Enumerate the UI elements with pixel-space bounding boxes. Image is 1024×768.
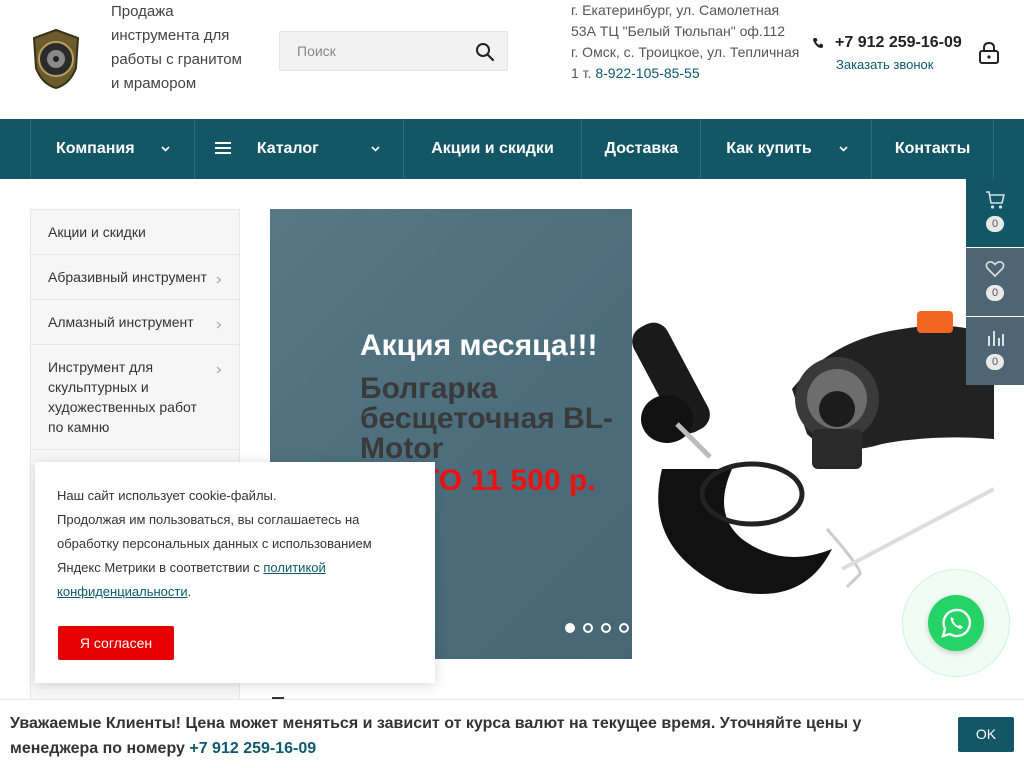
slider-dot-3[interactable] (601, 623, 611, 633)
cookie-text: Наш сайт использует cookie-файлы. Продол… (57, 484, 417, 604)
nav-company-label: Компания (56, 140, 135, 157)
sidebar-item-diamond[interactable]: Алмазный инструмент (31, 300, 239, 345)
favorites-button[interactable]: 0 (966, 248, 1024, 316)
cookie-dot: . (187, 584, 192, 599)
sidebar-item-label: Абразивный инструмент (48, 269, 207, 285)
callback-link[interactable]: Заказать звонок (836, 57, 933, 72)
price-notice-text: Уважаемые Клиенты! Цена может меняться и… (10, 711, 930, 761)
notice-ok-button[interactable]: OK (958, 717, 1014, 752)
whatsapp-button[interactable] (928, 595, 984, 651)
cookie-text-1: Наш сайт использует cookie-файлы. (57, 488, 277, 503)
chevron-down-icon (161, 146, 170, 152)
cart-count-badge: 0 (986, 216, 1004, 232)
nav-company[interactable]: Компания (31, 119, 195, 179)
slider-dots (565, 623, 629, 633)
account-lock-icon[interactable] (978, 41, 1000, 65)
banner-product: Болгарка бесщеточная BL-Motor (360, 372, 614, 465)
price-notice-bar: Уважаемые Клиенты! Цена может меняться и… (0, 699, 1024, 768)
sidebar-item-label: Алмазный инструмент (48, 314, 194, 330)
slider-dot-4[interactable] (619, 623, 629, 633)
nav-contacts-label: Контакты (894, 140, 971, 157)
site-tagline: Продажа инструмента для работы с гранито… (111, 3, 242, 92)
cookie-popup: Наш сайт использует cookie-файлы. Продол… (35, 462, 435, 683)
nav-delivery[interactable]: Доставка (582, 119, 702, 179)
heart-icon (985, 261, 1005, 278)
sidebar-item-label: Акции и скидки (48, 224, 146, 240)
price-notice-message: Уважаемые Клиенты! Цена может меняться и… (10, 715, 862, 757)
logo[interactable] (30, 28, 82, 90)
nav-delivery-label: Доставка (604, 140, 679, 157)
nav-how-to-buy-label: Как купить (726, 140, 812, 157)
chevron-right-icon (216, 321, 222, 329)
address-omsk: г. Омск, с. Троицкое, ул. Тепличная 1 т.… (571, 42, 801, 84)
compare-chart-icon (988, 331, 1004, 346)
chevron-right-icon (216, 366, 222, 374)
chevron-right-icon (216, 276, 222, 284)
header-phone[interactable]: +7 912 259-16-09 (835, 34, 962, 52)
favorites-count-badge: 0 (986, 285, 1004, 301)
chevron-down-icon (839, 146, 848, 152)
compare-count-badge: 0 (986, 354, 1004, 370)
nav-catalog[interactable]: Каталог (195, 119, 404, 179)
phone-icon (813, 38, 823, 48)
search-icon[interactable] (475, 42, 495, 62)
right-toolbar: 0 0 0 (966, 179, 1024, 386)
nav-how-to-buy[interactable]: Как купить (701, 119, 873, 179)
page: Продажа инструмента для работы с гранито… (0, 0, 1024, 768)
header: Продажа инструмента для работы с гранито… (0, 0, 1024, 119)
nav-promo-label: Акции и скидки (431, 140, 554, 157)
compare-button[interactable]: 0 (966, 317, 1024, 385)
cart-icon (986, 191, 1005, 209)
sidebar-item-label: Инструмент для скульптурных и художестве… (48, 359, 197, 435)
address-omsk-phone[interactable]: 8-922-105-85-55 (595, 65, 699, 81)
whatsapp-icon (941, 608, 972, 638)
sidebar-item-sculpture[interactable]: Инструмент для скульптурных и художестве… (31, 345, 239, 450)
nav-contacts[interactable]: Контакты (872, 119, 994, 179)
address-ekaterinburg: г. Екатеринбург, ул. Самолетная 53А ТЦ "… (571, 2, 786, 39)
nav-promo[interactable]: Акции и скидки (404, 119, 583, 179)
banner-title: Акция месяца!!! (360, 329, 598, 362)
main-nav: Компания Каталог Акции и скидки Доставка… (0, 119, 1024, 179)
angle-grinder-image (632, 311, 994, 594)
cart-button[interactable]: 0 (966, 179, 1024, 247)
nav-catalog-label: Каталог (256, 140, 319, 157)
price-notice-phone[interactable]: +7 912 259-16-09 (189, 740, 316, 757)
menu-icon (214, 142, 231, 154)
search-box (279, 31, 508, 71)
sidebar-item-promo[interactable]: Акции и скидки (31, 210, 239, 255)
cookie-agree-button[interactable]: Я согласен (58, 626, 174, 660)
sidebar-item-abrasive[interactable]: Абразивный инструмент (31, 255, 239, 300)
chevron-down-icon (371, 146, 380, 152)
search-input[interactable] (280, 32, 470, 70)
slider-dot-1[interactable] (565, 623, 575, 633)
slider-dot-2[interactable] (583, 623, 593, 633)
store-addresses: г. Екатеринбург, ул. Самолетная 53А ТЦ "… (571, 0, 801, 84)
